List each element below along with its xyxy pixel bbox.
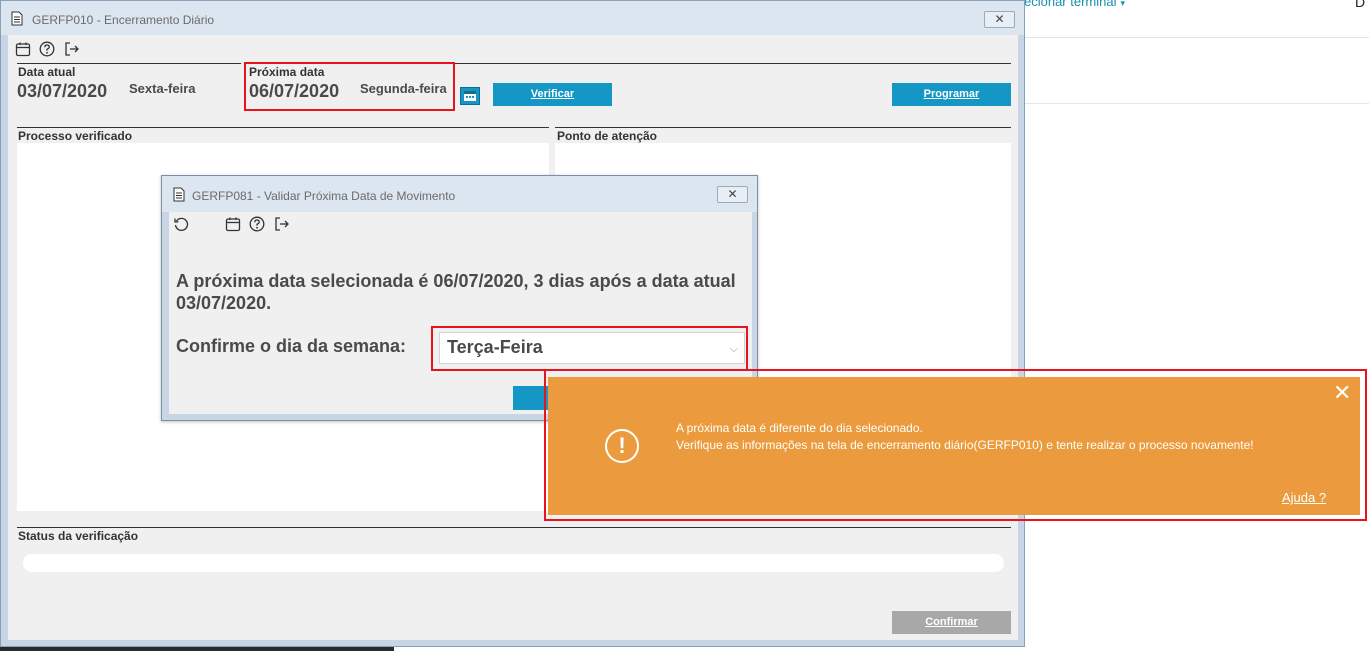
programar-button[interactable]: Programar bbox=[892, 83, 1011, 106]
refresh-icon[interactable] bbox=[173, 216, 189, 232]
alert-icon: ! bbox=[605, 429, 639, 463]
highlight-proxima-data bbox=[244, 62, 455, 111]
background-edge-text: D bbox=[1355, 0, 1366, 10]
data-atual-value: 03/07/2020 bbox=[17, 81, 108, 101]
divider bbox=[555, 127, 1011, 128]
select-terminal-menu[interactable]: ecionar terminal ▾ bbox=[1024, 0, 1125, 9]
dialog-message: A próxima data selecionada é 06/07/2020,… bbox=[176, 271, 736, 313]
taskbar-strip bbox=[0, 647, 394, 651]
dialog-titlebar[interactable]: GERFP081 - Validar Próxima Data de Movim… bbox=[162, 176, 757, 212]
divider bbox=[17, 63, 241, 64]
verificar-button[interactable]: Verificar bbox=[493, 83, 612, 106]
document-icon bbox=[11, 11, 23, 26]
caret-down-icon: ▾ bbox=[1120, 0, 1126, 8]
calendar-picker-button[interactable] bbox=[460, 87, 480, 105]
background-divider bbox=[1024, 103, 1369, 104]
data-atual-day: Sexta-feira bbox=[129, 81, 196, 96]
ponto-atencao-label: Ponto de atenção bbox=[557, 129, 658, 143]
main-window-close-button[interactable]: ✕ bbox=[984, 11, 1015, 28]
divider bbox=[17, 127, 549, 128]
highlight-weekday-select bbox=[431, 326, 748, 371]
calendar-icon[interactable] bbox=[225, 216, 241, 232]
toast-line-2: Verifique as informações na tela de ence… bbox=[676, 438, 1254, 452]
help-icon[interactable] bbox=[249, 216, 265, 232]
calendar-icon[interactable] bbox=[15, 41, 31, 57]
dialog-close-button[interactable]: ✕ bbox=[717, 186, 748, 203]
confirm-weekday-label: Confirme o dia da semana: bbox=[176, 336, 407, 356]
error-toast: ! A próxima data é diferente do dia sele… bbox=[548, 377, 1360, 515]
status-progress-bar bbox=[23, 554, 1004, 572]
document-icon bbox=[173, 187, 185, 202]
dialog-title: GERFP081 - Validar Próxima Data de Movim… bbox=[192, 189, 456, 203]
data-atual-label: Data atual bbox=[18, 65, 76, 79]
main-window-titlebar[interactable]: GERFP010 - Encerramento Diário ✕ bbox=[1, 1, 1024, 35]
exit-icon[interactable] bbox=[64, 41, 80, 57]
confirmar-button[interactable]: Confirmar bbox=[892, 611, 1011, 634]
toast-message: A próxima data é diferente do dia seleci… bbox=[676, 420, 1256, 454]
calendar-icon bbox=[464, 91, 476, 101]
help-icon[interactable] bbox=[39, 41, 55, 57]
toast-close-icon[interactable]: ✕ bbox=[1333, 382, 1351, 404]
status-verificacao-label: Status da verificação bbox=[18, 529, 139, 543]
divider bbox=[17, 527, 1011, 528]
main-window-title: GERFP010 - Encerramento Diário bbox=[32, 13, 215, 27]
toast-line-1: A próxima data é diferente do dia seleci… bbox=[676, 421, 923, 435]
toast-help-link[interactable]: Ajuda ? bbox=[1282, 490, 1326, 505]
exit-icon[interactable] bbox=[274, 216, 290, 232]
processo-verificado-label: Processo verificado bbox=[18, 129, 133, 143]
